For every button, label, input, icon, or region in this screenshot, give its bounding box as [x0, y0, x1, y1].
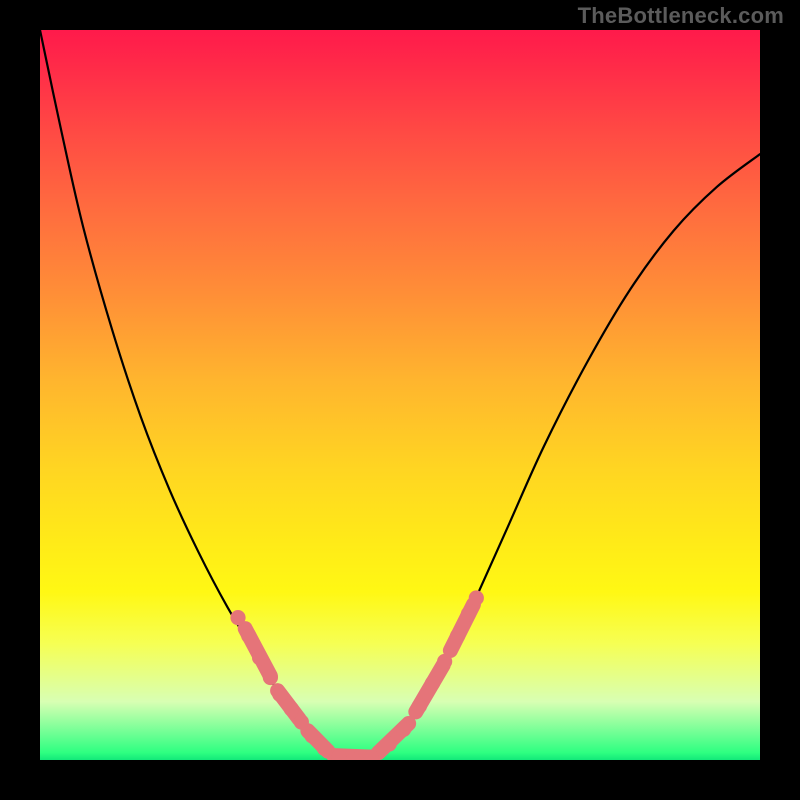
bead-dot [396, 722, 411, 737]
bead-dot [272, 687, 287, 702]
bead-dot [469, 590, 484, 605]
curve-svg [40, 30, 760, 760]
bottleneck-curve [40, 30, 760, 760]
bead-dot [252, 650, 267, 665]
bead-dot [450, 628, 465, 643]
bead-dot [241, 628, 256, 643]
bead-dot [425, 676, 440, 691]
bead-dot [461, 606, 476, 621]
bead-dot [294, 714, 309, 729]
bead-dot [382, 736, 397, 751]
bead-dot [230, 610, 245, 625]
bead-dot [284, 701, 299, 716]
bead-dot [412, 698, 427, 713]
bead-dot [263, 670, 278, 685]
bead-dot [437, 654, 452, 669]
bead-dot [305, 728, 320, 743]
plot-area [40, 30, 760, 760]
watermark-label: TheBottleneck.com [578, 3, 784, 29]
chart-stage: TheBottleneck.com [0, 0, 800, 800]
bead-dot [317, 741, 332, 756]
